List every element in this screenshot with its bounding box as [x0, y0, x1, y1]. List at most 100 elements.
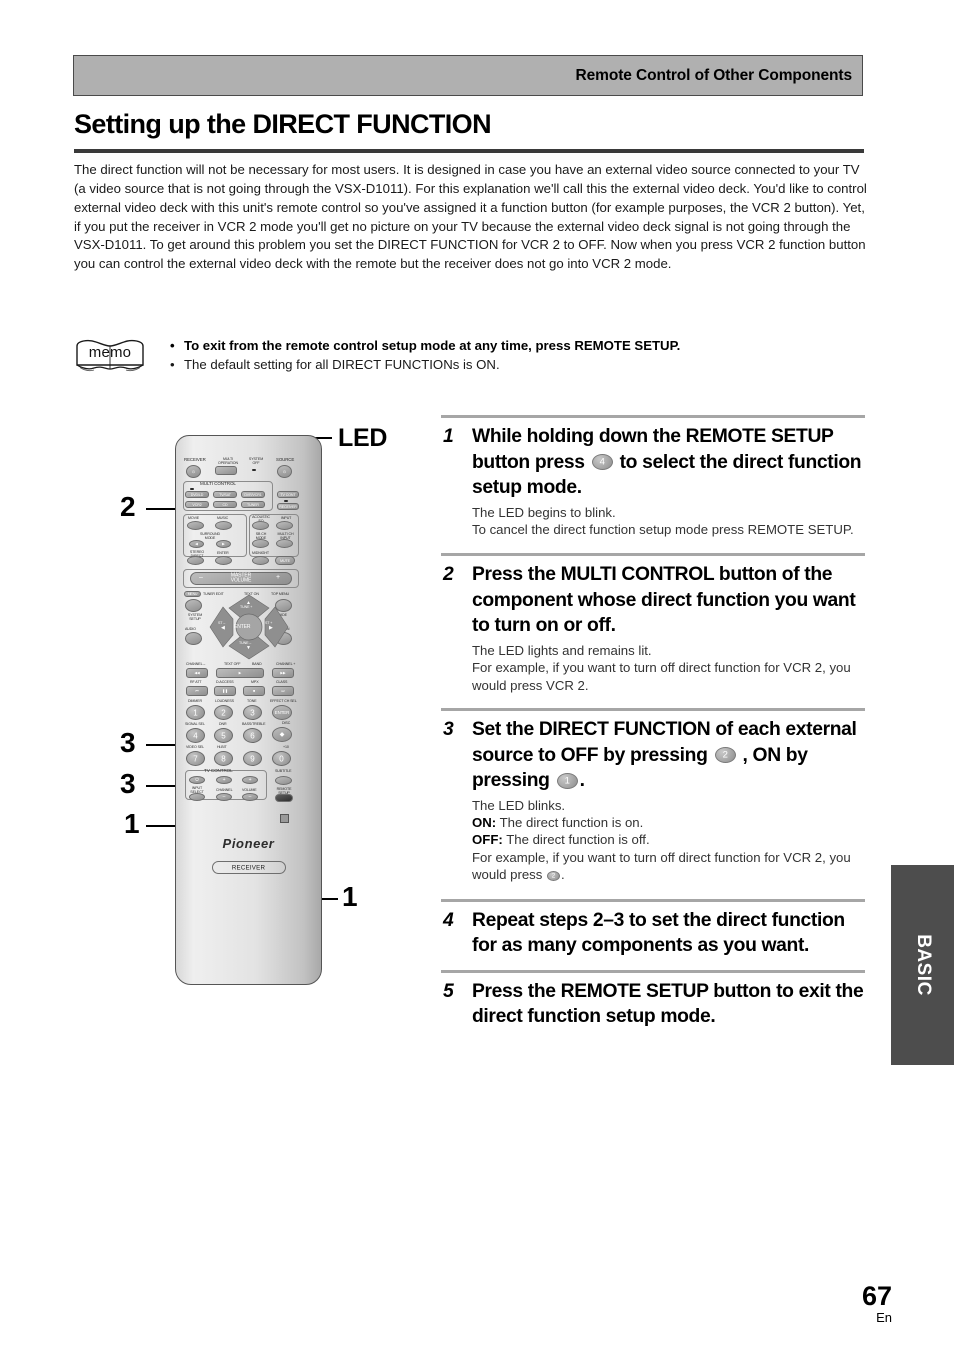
callout-2: 2 — [120, 491, 136, 522]
button-audio[interactable] — [185, 632, 202, 645]
on-label: ON: — [472, 814, 497, 830]
button-cd[interactable]: CD — [213, 501, 237, 508]
button-cd-label: CD — [222, 502, 228, 507]
label-dimmer: DIMMER — [188, 699, 202, 703]
step-1-body: The LED begins to blink. To cancel the d… — [472, 504, 854, 537]
bullet-icon: • — [170, 357, 175, 372]
key-6-label: 6 — [250, 731, 255, 740]
remote-control-figure: LED 2 3 3 1 1 RECEIVER MULTI OPERATION SY… — [120, 415, 420, 995]
label-tv-volume: VOLUME — [242, 788, 257, 792]
button-multi-ch-input[interactable] — [276, 539, 293, 548]
button-play[interactable]: ▶ — [216, 668, 264, 678]
running-head-title: Remote Control of Other Components — [575, 66, 853, 84]
button-enter-mode[interactable] — [215, 556, 232, 565]
label-multi-operation: MULTI OPERATION — [218, 457, 238, 465]
key-7[interactable]: 7 — [186, 751, 205, 766]
button-next-track[interactable]: ⏭ — [272, 686, 294, 696]
button-mute[interactable]: MUTE — [275, 556, 295, 565]
button-tuner-label: TUNER — [247, 502, 259, 507]
step-2-head-text: Press the MULTI CONTROL button of the co… — [472, 564, 856, 637]
remote-body: RECEIVER MULTI OPERATION SYSTEM OFF SOURCE… — [175, 435, 322, 985]
key-9-label: 9 — [250, 754, 255, 763]
tv-channel-down-button[interactable]: – — [216, 793, 232, 801]
key-1[interactable]: 1 — [186, 705, 205, 720]
button-vcr2[interactable]: VCR2 — [185, 501, 209, 508]
bullet-icon: • — [170, 338, 175, 353]
tv-volume-down-button[interactable]: – — [242, 793, 258, 801]
button-tuner[interactable]: TUNER — [241, 501, 265, 508]
button-subtitle[interactable] — [275, 776, 292, 785]
label-receiver: RECEIVER — [184, 457, 206, 462]
key-enter[interactable]: ENTER — [272, 705, 292, 720]
label-tv-channel: CHANNEL — [216, 788, 233, 792]
multi-operation-button[interactable] — [215, 466, 237, 475]
key-5[interactable]: 5 — [214, 728, 233, 743]
button-dvd-ld[interactable]: DVD/LD — [185, 491, 209, 498]
step-3-body: The LED blinks. ON: The direct function … — [441, 794, 865, 884]
plus-icon: + — [248, 777, 252, 783]
button-surround-right[interactable]: ▶ — [216, 540, 231, 548]
tv-control-title: TV CONTROL — [204, 768, 233, 773]
button-pause[interactable]: ❚❚ — [214, 686, 236, 696]
label-subtitle: SUBTITLE — [275, 769, 292, 773]
key-8[interactable]: 8 — [214, 751, 233, 766]
key-disc-nav[interactable]: ◆ — [272, 727, 292, 742]
step-5-number: 5 — [443, 980, 454, 1002]
led-callout-label: LED — [338, 424, 388, 452]
button-input[interactable] — [276, 521, 293, 530]
menu-label: MENU — [187, 592, 198, 596]
step-3: 3 Set the DIRECT FUNCTION of each extern… — [441, 708, 865, 884]
button-midnight[interactable] — [252, 556, 269, 565]
key-3[interactable]: 3 — [243, 705, 262, 720]
key-2[interactable]: 2 — [214, 705, 233, 720]
key-enter-label: ENTER — [274, 709, 290, 715]
key-badge-2-small-label: 2 — [551, 871, 556, 879]
button-system-setup[interactable] — [185, 599, 202, 612]
button-tv-cont[interactable]: TV CONT — [277, 491, 299, 498]
dpad-left-icon: ◀ — [221, 625, 225, 631]
label-audio: AUDIO — [185, 627, 196, 631]
button-receiver-mode[interactable]: RECEIVER — [277, 503, 299, 510]
button-mute-label: MUTE — [280, 558, 290, 563]
source-power-button[interactable]: ⏻ — [277, 465, 292, 478]
key-9[interactable]: 9 — [243, 751, 262, 766]
button-music[interactable] — [215, 521, 232, 530]
button-movie[interactable] — [187, 521, 204, 530]
button-stereo-direct[interactable] — [187, 556, 204, 565]
button-sb-ch-mode[interactable] — [252, 539, 269, 548]
key-4[interactable]: 4 — [186, 728, 205, 743]
minus-icon: – — [248, 794, 252, 800]
receiver-power-button[interactable]: ⏻ — [186, 465, 201, 478]
tv-volume-up-button[interactable]: + — [242, 776, 258, 784]
button-acoustic-eq[interactable] — [252, 521, 269, 530]
tv-channel-up-button[interactable]: + — [216, 776, 232, 784]
button-stop[interactable]: ■ — [243, 686, 265, 696]
plus-icon: + — [222, 777, 226, 783]
pause-icon: ❚❚ — [222, 689, 228, 693]
step-3-number: 3 — [443, 719, 454, 741]
button-surround-left[interactable]: ◀ — [189, 540, 204, 548]
button-tv-sat[interactable]: TV/SAT — [213, 491, 237, 498]
button-previous-track[interactable]: ⏮ — [186, 686, 208, 696]
tv-power-button[interactable]: ⏻ — [189, 776, 205, 784]
receiver-badge: RECEIVER — [211, 861, 286, 874]
arrow-right-icon: ▶ — [222, 542, 225, 546]
key-6[interactable]: 6 — [243, 728, 262, 743]
button-fast-forward[interactable]: ▶▶ — [272, 668, 294, 678]
memo-list: • To exit from the remote control setup … — [170, 336, 860, 374]
label-channel-minus: CHANNEL – — [186, 662, 206, 666]
remote-setup-button[interactable] — [275, 794, 293, 802]
step-4-head-text: Repeat steps 2–3 to set the direct funct… — [472, 909, 845, 957]
menu-badge[interactable]: MENU — [184, 591, 201, 597]
button-tv-sat-label: TV/SAT — [219, 492, 231, 497]
running-head-bar: Remote Control of Other Components — [73, 55, 863, 96]
button-dvr-vcr1[interactable]: DVR/VCR1 — [241, 491, 265, 498]
key-0[interactable]: 0 — [272, 751, 291, 766]
step-divider — [441, 898, 865, 902]
key-1-label: 1 — [193, 708, 198, 717]
label-movie: MOVIE — [188, 516, 200, 520]
step-2-body: The LED lights and remains lit. For exam… — [472, 642, 851, 693]
page-number: 67 — [861, 1280, 892, 1311]
button-rewind[interactable]: ◀◀ — [186, 668, 208, 678]
tv-input-select-button[interactable] — [189, 793, 205, 801]
